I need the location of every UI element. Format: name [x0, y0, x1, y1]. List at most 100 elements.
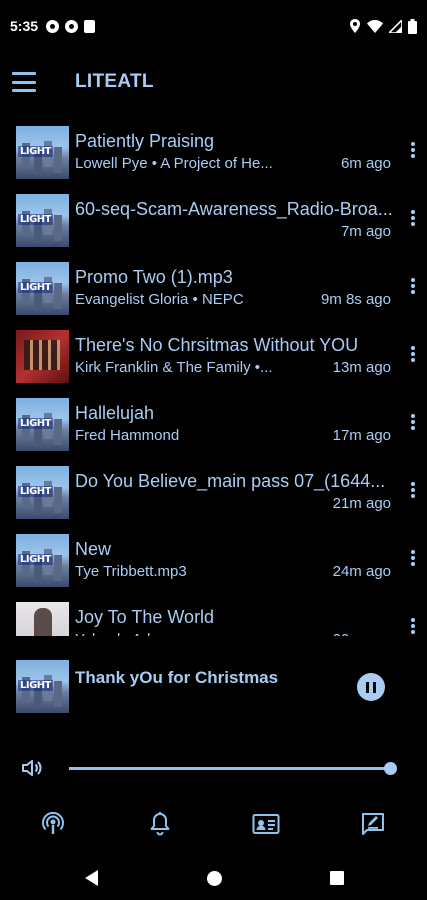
back-icon — [84, 870, 98, 886]
more-options-icon[interactable] — [411, 550, 415, 566]
track-row[interactable]: There's No Chrsitmas Without YOU Kirk Fra… — [0, 322, 427, 390]
track-artist: Lowell Pye • A Project of He... — [75, 155, 273, 172]
track-artist: Fred Hammond — [75, 427, 180, 444]
more-options-icon[interactable] — [411, 278, 415, 294]
track-title: Do You Believe_main pass 07_(1644... — [75, 471, 386, 491]
status-bar: 5:35 — [0, 0, 427, 52]
track-title: Promo Two (1).mp3 — [75, 267, 233, 287]
track-row[interactable]: Patiently Praising Lowell Pye • A Project… — [0, 118, 427, 186]
volume-slider-thumb[interactable] — [384, 762, 397, 775]
track-subtitle: Tye Tribbett.mp3 24m ago — [75, 562, 427, 582]
pause-icon — [366, 681, 369, 693]
now-playing-title: Thank yOu for Christmas — [75, 668, 279, 687]
now-playing-bar[interactable]: Thank yOu for Christmas — [0, 660, 427, 716]
track-artist: Yolanda Adams — [75, 630, 323, 636]
track-subtitle: 7m ago — [75, 222, 427, 242]
status-time: 5:35 — [10, 18, 39, 34]
track-info: Promo Two (1).mp3 Evangelist Gloria • NEP… — [75, 266, 427, 310]
track-row[interactable]: New Tye Tribbett.mp3 24m ago — [0, 526, 427, 594]
home-icon — [206, 870, 222, 886]
volume-row — [0, 752, 427, 784]
hamburger-menu-icon[interactable] — [12, 72, 36, 92]
track-info: New Tye Tribbett.mp3 24m ago — [75, 538, 427, 582]
wifi-icon — [367, 19, 383, 33]
track-album-art — [16, 193, 69, 247]
track-info: 60-seq-Scam-Awareness_Radio-Broa... 7m ag… — [75, 198, 427, 242]
track-time-ago: 6m ago — [340, 155, 391, 172]
track-title: New — [75, 539, 112, 559]
track-title: There's No Chrsitmas Without YOU — [75, 335, 359, 355]
track-row[interactable]: Joy To The World Yolanda Adams 29m ago — [0, 594, 427, 636]
app-title: LITEATL — [75, 71, 154, 92]
track-row[interactable]: 60-seq-Scam-Awareness_Radio-Broa... 7m ag… — [0, 186, 427, 254]
nav-notifications-button[interactable] — [140, 806, 180, 842]
track-time-ago: 9m 8s ago — [320, 291, 391, 308]
more-options-icon[interactable] — [411, 210, 415, 226]
system-nav-bar — [0, 856, 427, 900]
track-album-art — [16, 465, 69, 519]
track-album-art — [16, 329, 69, 383]
track-time-ago: 17m ago — [332, 427, 391, 444]
app-bar: LITEATL — [0, 52, 427, 112]
track-album-art — [16, 261, 69, 315]
track-info: Do You Believe_main pass 07_(1644... 21m … — [75, 470, 427, 514]
track-subtitle: Lowell Pye • A Project of He... 6m ago — [75, 154, 427, 174]
track-subtitle: Yolanda Adams 29m ago — [75, 630, 427, 636]
track-album-art — [16, 533, 69, 587]
track-info: Joy To The World Yolanda Adams 29m ago — [75, 606, 427, 636]
track-title: Joy To The World — [75, 607, 215, 627]
pinterest-icon — [65, 19, 79, 33]
track-subtitle: Evangelist Gloria • NEPC 9m 8s ago — [75, 290, 427, 310]
track-info: Patiently Praising Lowell Pye • A Project… — [75, 130, 427, 174]
more-options-icon[interactable] — [411, 142, 415, 158]
track-title: Patiently Praising — [75, 131, 215, 151]
location-icon — [350, 19, 360, 33]
nav-contact-button[interactable] — [246, 806, 286, 842]
volume-slider[interactable] — [69, 767, 390, 770]
track-info: There's No Chrsitmas Without YOU Kirk Fra… — [75, 334, 427, 378]
more-options-icon[interactable] — [411, 346, 415, 362]
track-title: 60-seq-Scam-Awareness_Radio-Broa... — [75, 199, 393, 219]
track-artist: Tye Tribbett.mp3 — [75, 563, 187, 580]
track-list[interactable]: Patiently Praising Lowell Pye • A Project… — [0, 118, 427, 636]
track-subtitle: 21m ago — [75, 494, 427, 514]
track-time-ago: 21m ago — [332, 495, 391, 512]
track-subtitle: Fred Hammond 17m ago — [75, 426, 427, 446]
status-left-icons — [46, 19, 96, 33]
bottom-nav — [0, 806, 427, 842]
recents-icon — [330, 871, 344, 885]
speaker-icon[interactable] — [20, 756, 44, 780]
track-album-art — [16, 601, 69, 636]
sd-card-icon — [84, 19, 96, 33]
track-album-art — [16, 125, 69, 179]
track-row[interactable]: Hallelujah Fred Hammond 17m ago — [0, 390, 427, 458]
track-time-ago: 24m ago — [332, 563, 391, 580]
record-icon — [46, 19, 60, 33]
track-info: Hallelujah Fred Hammond 17m ago — [75, 402, 427, 446]
signal-icon — [389, 19, 402, 33]
nav-message-button[interactable] — [353, 806, 393, 842]
track-artist: Kirk Franklin & The Family •... — [75, 359, 273, 376]
system-home-button[interactable] — [202, 866, 226, 890]
more-options-icon[interactable] — [411, 482, 415, 498]
system-back-button[interactable] — [79, 866, 103, 890]
contact-card-icon — [252, 814, 280, 834]
track-artist: Evangelist Gloria • NEPC — [75, 291, 244, 308]
chat-edit-icon — [362, 813, 384, 835]
status-right-icons — [349, 18, 417, 34]
track-subtitle: Kirk Franklin & The Family •... 13m ago — [75, 358, 427, 378]
now-playing-album-art — [16, 660, 69, 713]
track-title: Hallelujah — [75, 403, 155, 423]
podcast-icon — [42, 811, 64, 834]
track-time-ago: 13m ago — [332, 359, 391, 376]
track-row[interactable]: Do You Believe_main pass 07_(1644... 21m … — [0, 458, 427, 526]
track-album-art — [16, 397, 69, 451]
pause-button[interactable] — [357, 673, 385, 701]
more-options-icon[interactable] — [411, 618, 415, 634]
nav-podcast-button[interactable] — [33, 806, 73, 842]
system-recents-button[interactable] — [325, 866, 349, 890]
battery-icon — [408, 18, 417, 34]
track-row[interactable]: Promo Two (1).mp3 Evangelist Gloria • NEP… — [0, 254, 427, 322]
more-options-icon[interactable] — [411, 414, 415, 430]
bell-icon — [150, 812, 170, 836]
